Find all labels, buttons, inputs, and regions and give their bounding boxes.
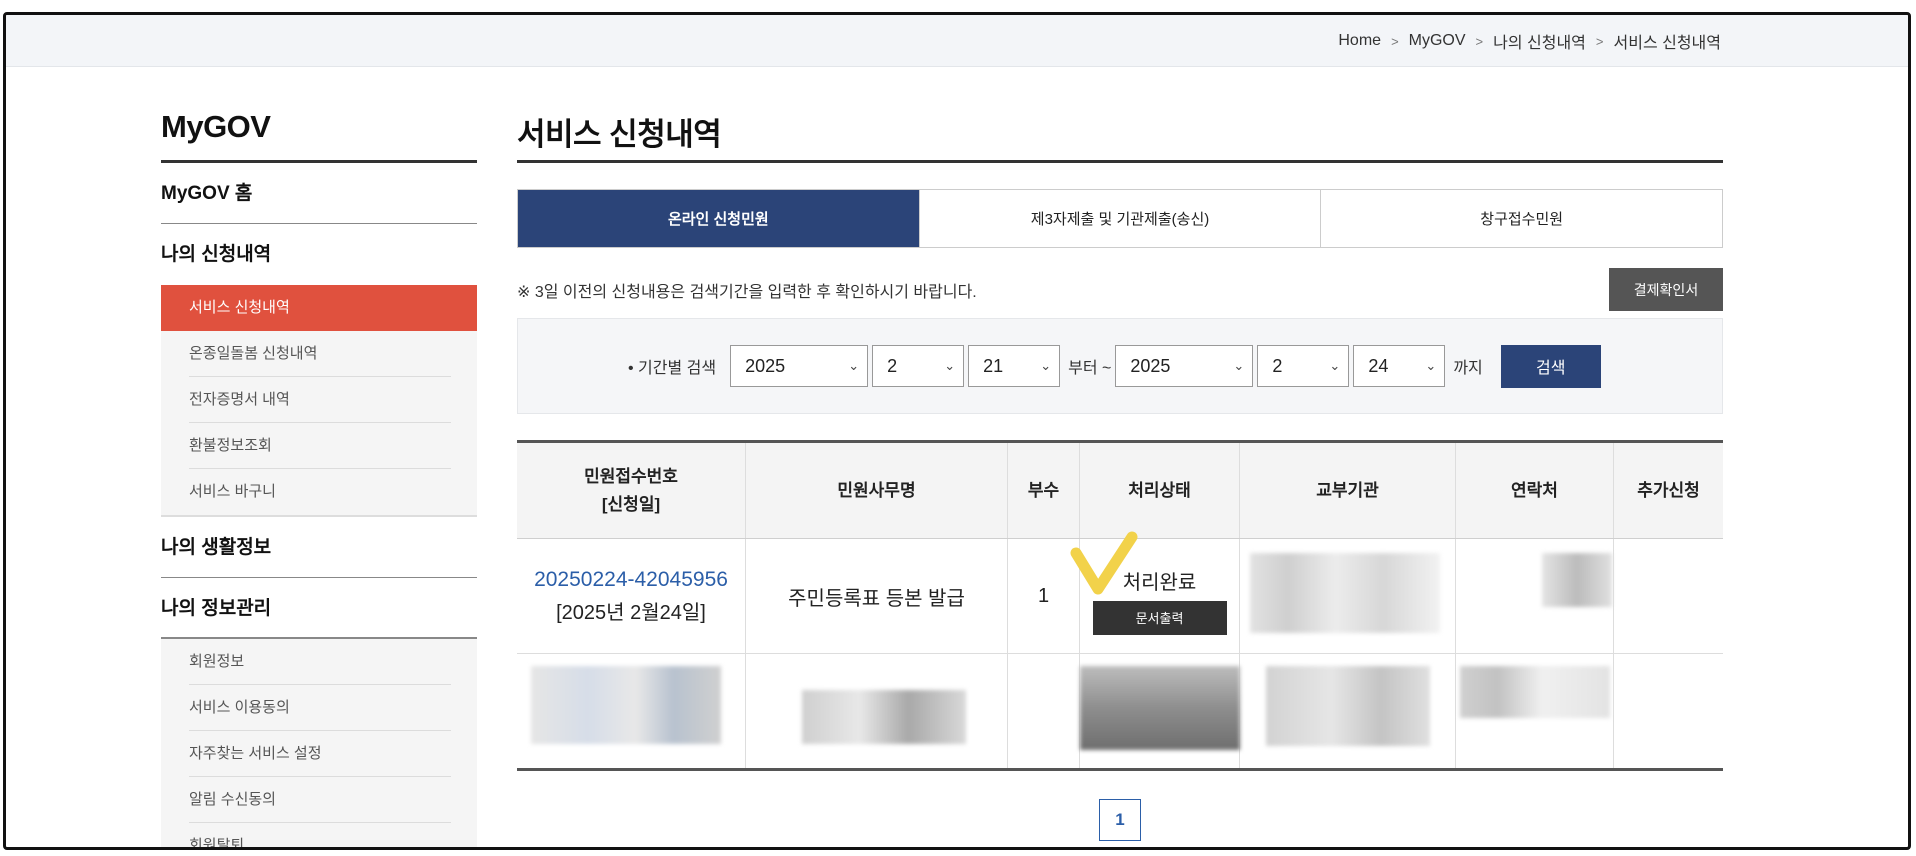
cell-receipt-redacted bbox=[517, 654, 746, 768]
header-receipt-no-label: 민원접수번호 bbox=[584, 467, 678, 487]
payment-confirmation-button[interactable]: 결제확인서 bbox=[1609, 268, 1723, 311]
cell-contact-redacted bbox=[1456, 654, 1614, 768]
browser-frame: Home > MyGOV > 나의 신청내역 > 서비스 신청내역 MyGOV … bbox=[3, 12, 1911, 850]
sidebar-title: MyGOV bbox=[161, 95, 477, 163]
redacted-block bbox=[531, 666, 721, 744]
header-copies: 부수 bbox=[1008, 443, 1080, 538]
sidebar: MyGOV MyGOV 홈 나의 신청내역 서비스 신청내역 온종일돌봄 신청내… bbox=[161, 95, 477, 847]
sidebar-item-service-consent[interactable]: 서비스 이용동의 bbox=[161, 685, 477, 731]
application-date: [2025년 2월24일] bbox=[556, 601, 706, 624]
notice-row: ※ 3일 이전의 신청내용은 검색기간을 입력한 후 확인하시기 바랍니다. 결… bbox=[517, 248, 1723, 318]
top-bar: Home > MyGOV > 나의 신청내역 > 서비스 신청내역 bbox=[6, 15, 1908, 67]
breadcrumb-home[interactable]: Home bbox=[1338, 32, 1381, 50]
tab-bar: 온라인 신청민원 제3자제출 및 기관제출(송신) 창구접수민원 bbox=[517, 189, 1723, 248]
chevron-right-icon: > bbox=[1595, 33, 1604, 49]
print-document-button[interactable]: 문서출력 bbox=[1092, 600, 1227, 635]
sidebar-section-applications[interactable]: 나의 신청내역 bbox=[161, 224, 477, 285]
cell-issuing-agency bbox=[1240, 539, 1456, 653]
redacted-block bbox=[1542, 553, 1612, 607]
redacted-block bbox=[1250, 553, 1440, 633]
header-receipt-no: 민원접수번호 [신청일] bbox=[517, 443, 746, 538]
from-year-value: 2025 bbox=[745, 355, 786, 376]
check-annotation-icon bbox=[1070, 531, 1138, 595]
breadcrumb-mygov[interactable]: MyGOV bbox=[1409, 32, 1466, 50]
from-text: 부터 ~ bbox=[1068, 360, 1112, 377]
chevron-down-icon: ⌄ bbox=[944, 358, 956, 373]
to-day-value: 24 bbox=[1368, 355, 1389, 376]
to-month-value: 2 bbox=[1272, 355, 1283, 376]
sidebar-section-life-info[interactable]: 나의 생활정보 bbox=[161, 517, 477, 578]
search-label: • 기간별 검색 bbox=[628, 360, 717, 377]
redacted-block bbox=[1266, 666, 1430, 746]
from-month-select[interactable]: 2 ⌄ bbox=[872, 345, 965, 387]
to-day-select[interactable]: 24 ⌄ bbox=[1353, 345, 1446, 387]
breadcrumb: Home > MyGOV > 나의 신청내역 > 서비스 신청내역 bbox=[1338, 29, 1721, 53]
date-search-panel: • 기간별 검색 2025 ⌄ 2 ⌄ 21 ⌄ 부터 ~ 2025 ⌄ 2 ⌄ 24 ⌄ … bbox=[517, 318, 1723, 414]
search-button[interactable]: 검색 bbox=[1500, 344, 1601, 388]
sidebar-submenu-applications: 서비스 신청내역 온종일돌봄 신청내역 전자증명서 내역 환불정보조회 서비스 … bbox=[161, 285, 477, 515]
cell-status-redacted bbox=[1080, 654, 1240, 768]
pagination: 1 bbox=[517, 799, 1723, 841]
cell-additional-redacted bbox=[1614, 654, 1723, 768]
header-date-label: [신청일] bbox=[601, 494, 661, 514]
redacted-block bbox=[802, 690, 966, 744]
chevron-right-icon: > bbox=[1391, 33, 1399, 49]
chevron-down-icon: ⌄ bbox=[1040, 358, 1052, 373]
from-year-select[interactable]: 2025 ⌄ bbox=[730, 345, 869, 387]
applications-table: 민원접수번호 [신청일] 민원사무명 부수 처리상태 교부기관 연락처 추가신청 … bbox=[517, 440, 1723, 771]
sidebar-item-childcare-history[interactable]: 온종일돌봄 신청내역 bbox=[161, 331, 477, 377]
breadcrumb-my-applications[interactable]: 나의 신청내역 bbox=[1493, 29, 1586, 53]
sidebar-submenu-info: 회원정보 서비스 이용동의 자주찾는 서비스 설정 알림 수신동의 회원탈퇴 bbox=[161, 639, 477, 847]
cell-agency-redacted bbox=[1240, 654, 1456, 768]
breadcrumb-current: 서비스 신청내역 bbox=[1613, 35, 1722, 52]
tab-counter-applications[interactable]: 창구접수민원 bbox=[1321, 190, 1723, 247]
to-month-select[interactable]: 2 ⌄ bbox=[1257, 345, 1350, 387]
sidebar-section-info-management[interactable]: 나의 정보관리 bbox=[161, 578, 477, 639]
sidebar-item-service-basket[interactable]: 서비스 바구니 bbox=[161, 469, 477, 515]
chevron-down-icon: ⌄ bbox=[1233, 358, 1245, 373]
redacted-block bbox=[1460, 666, 1610, 718]
sidebar-item-withdraw[interactable]: 회원탈퇴 bbox=[161, 823, 477, 847]
header-issuing-agency: 교부기관 bbox=[1240, 443, 1456, 538]
main-content: 서비스 신청내역 온라인 신청민원 제3자제출 및 기관제출(송신) 창구접수민… bbox=[517, 95, 1723, 841]
to-year-value: 2025 bbox=[1130, 355, 1171, 376]
to-text: 까지 bbox=[1453, 360, 1483, 377]
sidebar-item-mygov-home[interactable]: MyGOV 홈 bbox=[161, 163, 477, 224]
header-contact: 연락처 bbox=[1456, 443, 1614, 538]
tab-third-party-submission[interactable]: 제3자제출 및 기관제출(송신) bbox=[919, 190, 1322, 247]
cell-copies-redacted bbox=[1008, 654, 1080, 768]
page-title: 서비스 신청내역 bbox=[517, 95, 1723, 163]
sidebar-item-refund-info[interactable]: 환불정보조회 bbox=[161, 423, 477, 469]
from-day-value: 21 bbox=[983, 355, 1004, 376]
cell-service-name: 주민등록표 등본 발급 bbox=[746, 539, 1008, 653]
header-additional: 추가신청 bbox=[1637, 480, 1700, 500]
cell-receipt: 20250224-42045956 [2025년 2월24일] bbox=[517, 539, 746, 653]
table-row: 20250224-42045956 [2025년 2월24일] 주민등록표 등본… bbox=[517, 531, 1723, 654]
notice-text: ※ 3일 이전의 신청내용은 검색기간을 입력한 후 확인하시기 바랍니다. bbox=[517, 284, 977, 301]
cell-service-redacted bbox=[746, 654, 1008, 768]
from-month-value: 2 bbox=[887, 355, 898, 376]
sidebar-item-member-info[interactable]: 회원정보 bbox=[161, 639, 477, 685]
table-row bbox=[517, 654, 1723, 768]
cell-status: 처리완료 문서출력 bbox=[1070, 531, 1240, 653]
to-year-select[interactable]: 2025 ⌄ bbox=[1115, 345, 1254, 387]
from-day-select[interactable]: 21 ⌄ bbox=[968, 345, 1061, 387]
header-service-name: 민원사무명 bbox=[746, 443, 1008, 538]
sidebar-item-e-certificate[interactable]: 전자증명서 내역 bbox=[161, 377, 477, 423]
cell-contact bbox=[1456, 539, 1614, 653]
sidebar-item-service-history[interactable]: 서비스 신청내역 bbox=[161, 285, 477, 331]
receipt-number-link[interactable]: 20250224-42045956 bbox=[534, 568, 728, 592]
header-status: 처리상태 bbox=[1080, 443, 1240, 538]
sidebar-item-favorite-services[interactable]: 자주찾는 서비스 설정 bbox=[161, 731, 477, 777]
sidebar-item-notification-consent[interactable]: 알림 수신동의 bbox=[161, 777, 477, 823]
chevron-right-icon: > bbox=[1475, 33, 1484, 49]
chevron-down-icon: ⌄ bbox=[848, 358, 860, 373]
tab-online-applications[interactable]: 온라인 신청민원 bbox=[518, 190, 920, 247]
page-1-button[interactable]: 1 bbox=[1099, 799, 1141, 841]
chevron-down-icon: ⌄ bbox=[1329, 358, 1341, 373]
chevron-down-icon: ⌄ bbox=[1425, 358, 1437, 373]
cell-additional bbox=[1614, 539, 1723, 653]
redacted-block bbox=[1080, 666, 1240, 750]
table-header: 민원접수번호 [신청일] 민원사무명 부수 처리상태 교부기관 연락처 추가신청 bbox=[517, 443, 1723, 539]
